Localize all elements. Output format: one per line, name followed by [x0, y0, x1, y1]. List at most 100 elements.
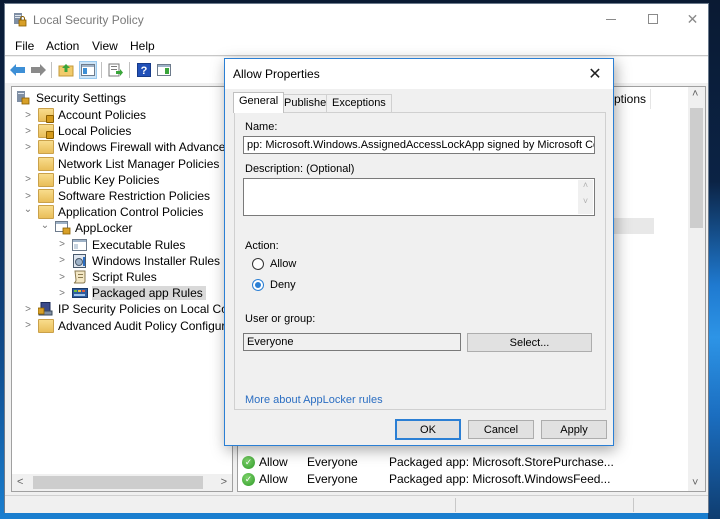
chevron-right-icon[interactable]: > [22, 320, 34, 331]
menu-help[interactable]: Help [130, 39, 155, 53]
up-one-level-button[interactable] [57, 61, 75, 79]
tree-item-account-policies[interactable]: > Account Policies [22, 107, 146, 123]
dialog-close-button[interactable]: ✕ [581, 61, 609, 87]
forward-button[interactable] [29, 61, 47, 79]
action-label: Action: [245, 240, 279, 252]
svg-text:?: ? [141, 65, 148, 77]
applocker-help-link[interactable]: More about AppLocker rules [245, 394, 383, 406]
general-tab-panel: Name: pp: Microsoft.Windows.AssignedAcce… [234, 112, 606, 410]
description-label: Description: (Optional) [245, 163, 355, 175]
tree-item-label: Packaged app Rules [92, 286, 206, 301]
scrollbar-thumb[interactable] [690, 108, 703, 228]
allow-check-icon: ✓ [242, 472, 255, 486]
tree-item-label: Software Restriction Policies [58, 189, 211, 203]
scroll-left-icon[interactable]: < [17, 476, 23, 488]
scroll-up-icon[interactable]: ˄ [692, 88, 698, 100]
script-rules-icon [72, 270, 88, 284]
list-vertical-scrollbar[interactable]: ˄ ˅ [688, 87, 705, 491]
tree-item-windows-firewall-with-advanced-sec[interactable]: > Windows Firewall with Advanced Sec [22, 139, 256, 155]
show-hide-console-tree-button[interactable] [79, 61, 97, 79]
rule-action: Allow [259, 472, 288, 486]
column-header-conditions[interactable]: ptions [614, 92, 646, 106]
chevron-right-icon[interactable]: > [22, 304, 34, 315]
close-icon: ✕ [588, 66, 602, 83]
chevron-right-icon[interactable]: > [56, 288, 68, 299]
tree-item-public-key-policies[interactable]: > Public Key Policies [22, 172, 159, 188]
column-divider [650, 89, 651, 109]
chevron-down-icon[interactable]: ⌄ [39, 220, 51, 231]
chevron-right-icon[interactable]: > [22, 110, 34, 121]
name-field[interactable]: pp: Microsoft.Windows.AssignedAccessLock… [243, 136, 595, 154]
ok-button[interactable]: OK [395, 419, 461, 440]
menu-view[interactable]: View [92, 39, 118, 53]
menu-file[interactable]: File [15, 39, 34, 53]
chevron-right-icon[interactable]: > [22, 126, 34, 137]
tree-item-advanced-audit-policy-configuration[interactable]: > Advanced Audit Policy Configuration [22, 318, 251, 334]
tab-exceptions[interactable]: Exceptions [326, 94, 392, 112]
scroll-down-icon[interactable]: ˅ [578, 196, 593, 206]
tab-general[interactable]: General [233, 92, 285, 113]
tree-item-applocker[interactable]: ⌄ AppLocker [39, 220, 133, 236]
tree-item-windows-installer-rules[interactable]: > Windows Installer Rules [56, 253, 220, 269]
rule-action: Allow [259, 455, 288, 469]
rule-condition: Packaged app: Microsoft.WindowsFeed... [389, 472, 611, 486]
rule-condition: Packaged app: Microsoft.StorePurchase... [389, 455, 614, 469]
list-row[interactable]: ✓ Allow Everyone Packaged app: Microsoft… [242, 454, 614, 470]
chevron-right-icon[interactable]: > [56, 272, 68, 283]
export-list-button[interactable] [107, 61, 125, 79]
ip-security-icon [37, 302, 54, 316]
chevron-down-icon[interactable]: ⌄ [22, 204, 34, 215]
action-deny-radio[interactable]: Deny [252, 279, 296, 291]
tree-item-script-rules[interactable]: > Script Rules [56, 269, 157, 285]
tree-item-network-list-manager-policies[interactable]: Network List Manager Policies [22, 156, 219, 172]
tree-item-application-control-policies[interactable]: ⌄ Application Control Policies [22, 204, 203, 220]
export-list-icon [108, 63, 123, 77]
scroll-right-icon[interactable]: > [221, 476, 227, 488]
chevron-right-icon[interactable]: > [56, 255, 68, 266]
radio-unchecked-icon[interactable] [252, 258, 264, 270]
user-or-group-label: User or group: [245, 313, 316, 325]
list-row[interactable]: ✓ Allow Everyone Packaged app: Microsoft… [242, 471, 610, 487]
scroll-up-icon[interactable]: ˄ [578, 180, 593, 190]
scroll-down-icon[interactable]: ˅ [692, 477, 698, 489]
close-button[interactable]: ✕ [670, 4, 715, 34]
tree-item-packaged-app-rules[interactable]: > Packaged app Rules [56, 285, 206, 301]
show-action-pane-button[interactable] [155, 61, 173, 79]
tree-item-software-restriction-policies[interactable]: > Software Restriction Policies [22, 188, 210, 204]
select-user-button[interactable]: Select... [467, 333, 592, 352]
user-or-group-field[interactable]: Everyone [243, 333, 461, 351]
folder-icon [38, 318, 54, 333]
cancel-button[interactable]: Cancel [468, 420, 534, 439]
chevron-right-icon[interactable]: > [56, 239, 68, 250]
allow-check-icon: ✓ [242, 455, 255, 469]
scrollbar-thumb[interactable] [33, 476, 203, 489]
up-folder-icon [58, 64, 74, 77]
tree-item-security-settings[interactable]: Security Settings [16, 90, 126, 106]
chevron-right-icon[interactable]: > [22, 191, 34, 202]
description-field[interactable]: ˄ ˅ [243, 178, 595, 216]
radio-label: Allow [270, 258, 297, 270]
minimize-button[interactable] [588, 4, 633, 34]
maximize-button[interactable] [630, 4, 675, 34]
folder-icon [38, 205, 54, 220]
tree-item-local-policies[interactable]: > Local Policies [22, 123, 132, 140]
chevron-right-icon[interactable]: > [22, 174, 34, 185]
tree-item-label: Advanced Audit Policy Configuration [58, 318, 252, 333]
folder-icon [38, 189, 54, 203]
tree-item-executable-rules[interactable]: > Executable Rules [56, 237, 185, 253]
help-button[interactable]: ? [135, 61, 153, 79]
tree-item-label: Account Policies [58, 108, 147, 122]
applocker-icon [55, 221, 71, 235]
apply-button[interactable]: Apply [541, 420, 607, 439]
action-allow-radio[interactable]: Allow [252, 258, 296, 270]
toolbar-separator [51, 62, 52, 78]
description-scrollbar[interactable]: ˄ ˅ [578, 180, 593, 214]
back-button[interactable] [9, 61, 27, 79]
tree-item-ip-security-policies-on-local-comput[interactable]: > IP Security Policies on Local Comput [22, 301, 255, 317]
chevron-right-icon[interactable]: > [22, 142, 34, 153]
radio-checked-icon[interactable] [252, 279, 264, 291]
status-divider [455, 498, 456, 512]
tree-item-label: Local Policies [58, 124, 132, 139]
menu-action[interactable]: Action [46, 39, 79, 53]
tree-horizontal-scrollbar[interactable]: < > [12, 474, 232, 491]
